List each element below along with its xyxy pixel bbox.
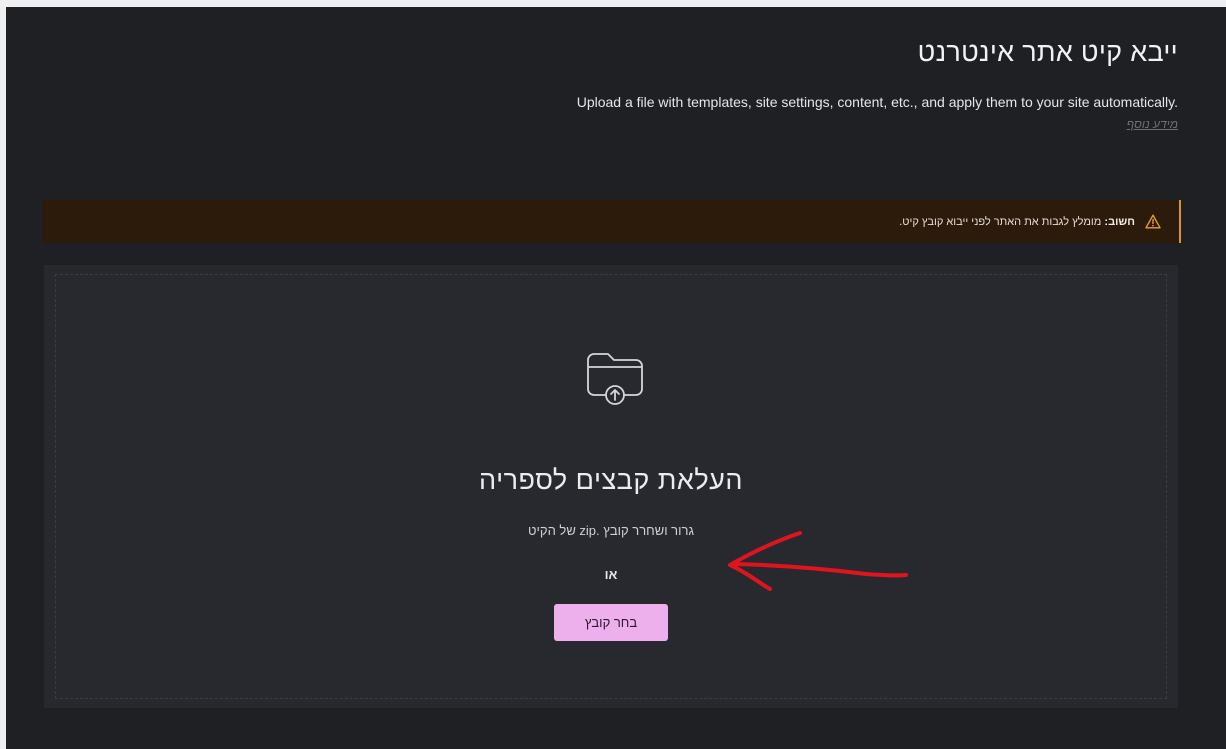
notice-label: חשוב: [1104, 215, 1135, 228]
upload-hint: גרור ושחרר קובץ .zip של הקיט [528, 523, 694, 538]
or-separator: או [604, 567, 618, 582]
learn-more-link[interactable]: מידע נוסף [1127, 117, 1178, 131]
page-title: ייבא קיט אתר אינטרנט [917, 37, 1178, 67]
backup-notice: חשוב: מומלץ לגבות את האתר לפני ייבוא קוב… [43, 200, 1181, 243]
folder-upload-icon [579, 340, 651, 412]
upload-title: העלאת קבצים לספריה [479, 465, 743, 495]
notice-message: מומלץ לגבות את האתר לפני ייבוא קובץ קיט. [899, 215, 1105, 228]
page-subtitle: Upload a file with templates, site setti… [576, 94, 1178, 110]
warning-icon [1145, 214, 1161, 230]
dropzone[interactable]: העלאת קבצים לספריה גרור ושחרר קובץ .zip … [55, 274, 1167, 699]
notice-text: חשוב: מומלץ לגבות את האתר לפני ייבוא קוב… [899, 216, 1135, 228]
choose-file-button[interactable]: בחר קובץ [554, 604, 668, 641]
upload-panel: העלאת קבצים לספריה גרור ושחרר קובץ .zip … [44, 265, 1178, 708]
import-kit-screen: ייבא קיט אתר אינטרנט Upload a file with … [6, 7, 1226, 749]
